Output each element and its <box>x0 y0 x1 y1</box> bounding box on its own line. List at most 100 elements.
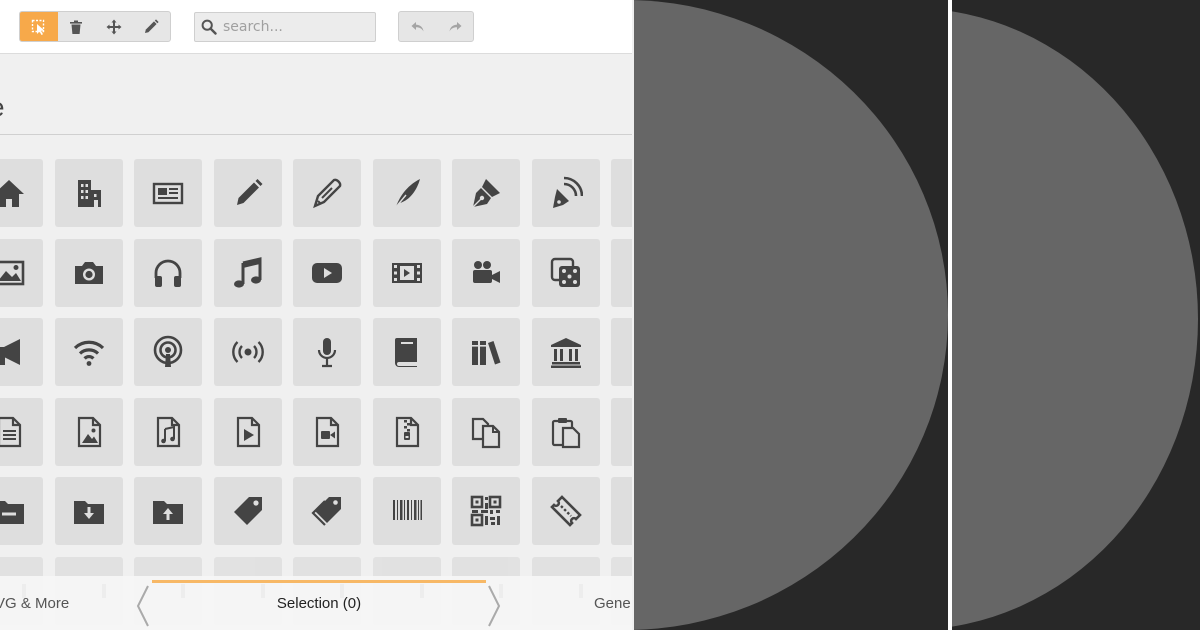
icon-tile[interactable] <box>611 397 632 466</box>
delete-tool-button[interactable] <box>58 12 96 41</box>
chevron-right-icon[interactable] <box>487 584 501 628</box>
file-text-icon <box>0 416 22 447</box>
tab-general[interactable]: Gene <box>594 595 631 612</box>
partial-icon <box>628 415 632 449</box>
preview-disc <box>952 8 1198 630</box>
fountain-pen-icon <box>472 179 500 208</box>
pencil-icon <box>145 18 159 33</box>
library-icon <box>550 338 581 368</box>
megaphone-icon <box>0 339 20 365</box>
icon-tile[interactable] <box>213 397 282 466</box>
icon-tile[interactable] <box>452 477 520 545</box>
icon-tile[interactable] <box>213 238 282 307</box>
preview-disc <box>634 0 948 630</box>
cursor-icon <box>31 19 45 35</box>
icon-tile[interactable] <box>134 477 202 545</box>
select-tool-button[interactable] <box>20 12 58 41</box>
file-zip-icon <box>395 416 419 447</box>
icon-tile[interactable] <box>134 238 202 307</box>
icon-tile[interactable] <box>0 397 43 466</box>
tool-group <box>19 11 171 42</box>
icon-tile[interactable] <box>531 477 600 545</box>
preview-panel-left <box>634 0 948 630</box>
icon-tile[interactable] <box>531 159 600 227</box>
icon-tile[interactable] <box>372 159 441 227</box>
dice-icon <box>550 257 580 287</box>
newspaper-icon <box>152 182 184 205</box>
folder-minus-icon <box>0 501 24 524</box>
tab-selection[interactable]: Selection (0) <box>152 595 486 612</box>
feather-icon <box>394 179 420 208</box>
icon-tile[interactable] <box>213 159 282 227</box>
icon-tile[interactable] <box>54 318 123 386</box>
icon-tile[interactable] <box>611 318 632 386</box>
icon-tile[interactable] <box>54 397 123 466</box>
edit-tool-button[interactable] <box>133 12 171 41</box>
icon-tile[interactable] <box>293 477 361 545</box>
icon-tile[interactable] <box>54 159 123 227</box>
quill-pen-icon <box>313 178 342 209</box>
icon-tile[interactable] <box>372 477 441 545</box>
icon-tile[interactable] <box>611 238 632 307</box>
file-image-icon <box>77 416 101 447</box>
preview-panel-right <box>952 0 1200 630</box>
icon-tile[interactable] <box>372 238 441 307</box>
pencil-icon <box>236 179 262 205</box>
icon-tile[interactable] <box>293 159 361 227</box>
tab-svg-and-more[interactable]: VG & More <box>0 595 69 612</box>
selection-tab-indicator <box>152 580 486 583</box>
section-divider <box>0 134 632 135</box>
move-icon <box>106 19 122 34</box>
icon-tile[interactable] <box>452 397 520 466</box>
icon-tile[interactable] <box>0 477 43 545</box>
paste-icon <box>551 417 580 448</box>
icon-tile[interactable] <box>611 159 632 227</box>
icon-tile[interactable] <box>452 159 520 227</box>
barcode-icon <box>392 500 422 523</box>
icon-tile[interactable] <box>54 238 123 307</box>
search-box[interactable] <box>194 12 376 42</box>
icon-tile[interactable] <box>134 318 202 386</box>
chevron-left-icon[interactable] <box>136 584 150 628</box>
price-tags-icon <box>311 497 341 526</box>
icon-tile[interactable] <box>611 477 632 545</box>
file-video-icon <box>315 416 340 447</box>
icon-tile[interactable] <box>293 318 361 386</box>
partial-icon <box>628 176 632 210</box>
partial-icon <box>628 494 632 528</box>
icon-tile[interactable] <box>452 318 520 386</box>
undo-button[interactable] <box>399 12 436 41</box>
icon-tile[interactable] <box>293 238 361 307</box>
history-group <box>398 11 474 42</box>
file-play-icon <box>236 416 260 447</box>
section-title: e <box>0 92 4 123</box>
icon-tile[interactable] <box>531 397 600 466</box>
icon-tile[interactable] <box>213 477 282 545</box>
icon-tile[interactable] <box>531 238 600 307</box>
icon-tile[interactable] <box>134 159 202 227</box>
blog-icon <box>552 176 583 208</box>
home-icon <box>0 180 24 207</box>
icon-tile[interactable] <box>54 477 123 545</box>
icon-tile[interactable] <box>293 397 361 466</box>
icon-tile[interactable] <box>213 318 282 386</box>
toolbar <box>0 0 632 54</box>
icon-tile[interactable] <box>134 397 202 466</box>
icon-tile[interactable] <box>452 238 520 307</box>
podcast-icon <box>153 335 183 367</box>
film-icon <box>391 262 422 283</box>
partial-icon <box>628 335 632 369</box>
redo-button[interactable] <box>436 12 473 41</box>
move-tool-button[interactable] <box>95 12 133 41</box>
icon-tile[interactable] <box>372 397 441 466</box>
icon-tile[interactable] <box>372 318 441 386</box>
icon-tile[interactable] <box>531 318 600 386</box>
image-icon <box>0 260 25 285</box>
file-music-icon <box>156 416 181 447</box>
icon-tile[interactable] <box>0 159 43 227</box>
search-input[interactable] <box>223 19 363 35</box>
search-icon <box>201 19 217 35</box>
icon-tile[interactable] <box>0 238 43 307</box>
office-building-icon <box>77 180 101 207</box>
icon-tile[interactable] <box>0 318 43 386</box>
